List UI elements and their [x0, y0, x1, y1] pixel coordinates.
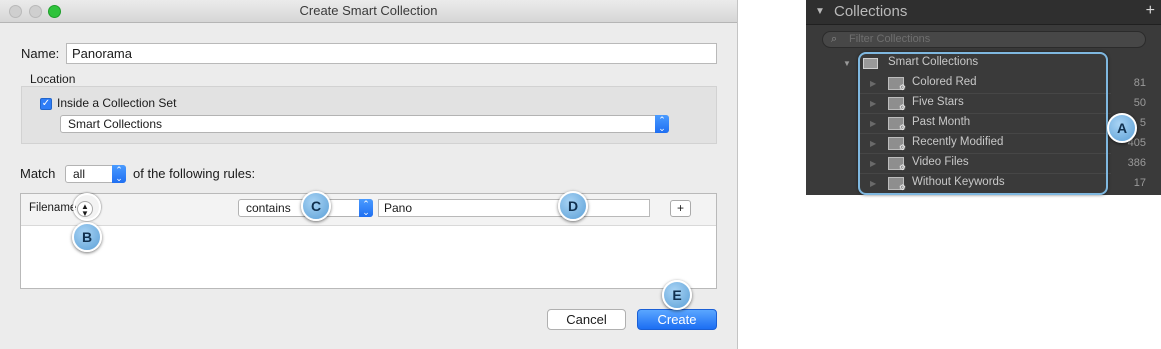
match-label: Match — [20, 166, 56, 181]
create-smart-collection-dialog: Create Smart Collection Name: Panorama L… — [0, 0, 738, 349]
chevron-updown-icon: ⌃ ⌄ — [359, 199, 373, 217]
chevron-updown-icon: ⌃ ⌄ — [655, 115, 669, 133]
callout-c: C — [301, 191, 331, 221]
expand-triangle-icon[interactable]: ▼ — [843, 59, 851, 68]
rules-suffix-label: of the following rules: — [133, 166, 256, 181]
collection-count: 386 — [1127, 157, 1146, 169]
chevron-updown-icon: ⌃ ⌄ — [112, 165, 126, 183]
collection-count: 81 — [1133, 77, 1146, 89]
location-label: Location — [30, 72, 76, 86]
rule-value-field[interactable]: Pano — [378, 199, 650, 217]
callout-a: A — [1107, 113, 1137, 143]
filter-collections-input[interactable]: ⌕ Filter Collections — [822, 31, 1146, 48]
callout-b-ring — [73, 193, 101, 221]
match-value: all — [73, 167, 86, 181]
create-button[interactable]: Create — [637, 309, 717, 330]
collection-set-value: Smart Collections — [68, 117, 163, 131]
collection-count: 5 — [1139, 117, 1146, 129]
collection-count: 50 — [1133, 97, 1146, 109]
name-label: Name: — [21, 46, 60, 61]
title-bar: Create Smart Collection — [0, 0, 737, 23]
collections-panel-title: Collections — [834, 3, 908, 20]
callout-e: E — [662, 280, 692, 310]
add-collection-button[interactable]: + — [1146, 2, 1155, 20]
collection-count: 17 — [1133, 177, 1146, 189]
add-rule-button[interactable]: + — [670, 200, 691, 217]
name-field[interactable]: Panorama — [66, 43, 717, 64]
cancel-button[interactable]: Cancel — [547, 309, 626, 330]
smart-collections-highlight — [858, 52, 1108, 195]
rule-operator-value: contains — [246, 201, 291, 215]
collection-set-select[interactable]: Smart Collections ⌃ ⌄ — [60, 115, 669, 133]
inside-collection-set-label: Inside a Collection Set — [57, 96, 177, 110]
callout-b: B — [72, 222, 102, 252]
match-select[interactable]: all ⌃ ⌄ — [65, 165, 126, 183]
filter-placeholder: Filter Collections — [849, 33, 931, 45]
search-icon: ⌕ — [831, 33, 838, 45]
disclosure-triangle-icon[interactable]: ▼ — [815, 6, 825, 17]
dialog-title: Create Smart Collection — [299, 3, 438, 18]
inside-collection-set-checkbox[interactable]: ✓ — [40, 98, 52, 110]
callout-d: D — [558, 191, 588, 221]
rule-field-label[interactable]: Filename — [29, 202, 76, 214]
collections-panel-header[interactable]: ▼ Collections + — [806, 0, 1161, 25]
